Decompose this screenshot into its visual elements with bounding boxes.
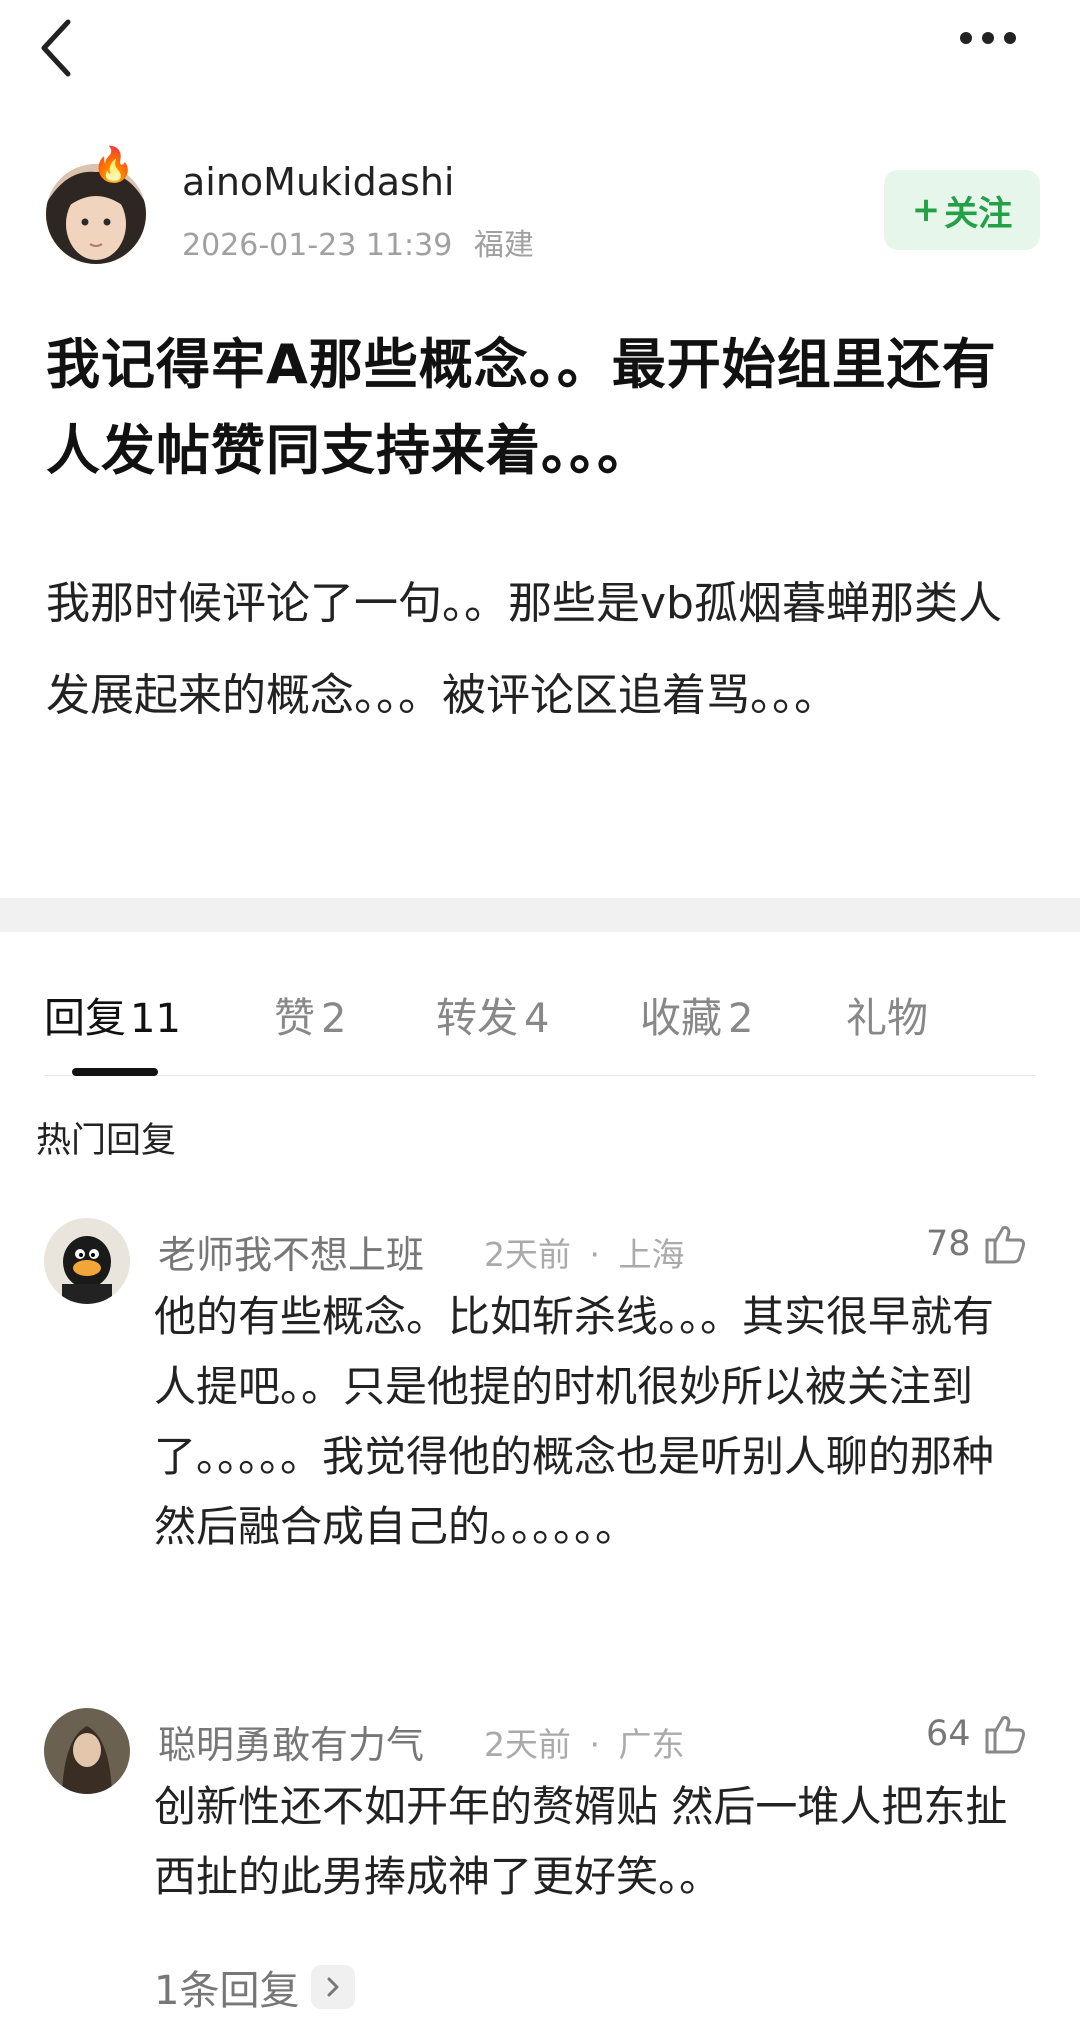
section-divider bbox=[0, 898, 1080, 932]
comment-like-button[interactable]: 78 bbox=[926, 1220, 1029, 1268]
reply-count-label: 1条回复 bbox=[154, 1968, 300, 2014]
follow-button[interactable]: + 关注 bbox=[884, 170, 1040, 250]
tab-likes[interactable]: 赞2 bbox=[274, 984, 346, 1044]
tab-count: 2 bbox=[321, 996, 347, 1042]
tab-label: 回复 bbox=[44, 994, 126, 1042]
back-button[interactable] bbox=[28, 10, 88, 80]
follow-label: 关注 bbox=[944, 193, 1013, 234]
more-dots-icon bbox=[960, 32, 1016, 44]
comment-location: 上海 bbox=[618, 1235, 685, 1274]
tab-label: 赞 bbox=[274, 994, 315, 1042]
tab-label: 礼物 bbox=[846, 994, 928, 1042]
comment-time: 2天前 bbox=[484, 1725, 571, 1764]
author-name[interactable]: ainoMukidashi bbox=[182, 160, 454, 204]
active-tab-indicator bbox=[72, 1068, 158, 1076]
tab-label: 转发 bbox=[436, 994, 518, 1042]
back-arrow-icon bbox=[41, 19, 71, 77]
comment-text: 他的有些概念。比如斩杀线。。。其实很早就有人提吧。。只是他提的时机很妙所以被关注… bbox=[154, 1292, 995, 1551]
meta-dot: · bbox=[589, 1235, 601, 1274]
post-timestamp: 2026-01-23 11:39 bbox=[182, 228, 453, 263]
view-replies-link[interactable]: 1条回复 bbox=[154, 1958, 356, 2016]
comment-author-name[interactable]: 老师我不想上班 bbox=[158, 1224, 424, 1279]
thumb-up-icon bbox=[985, 1226, 1025, 1264]
tab-replies[interactable]: 回复 11 bbox=[44, 984, 181, 1044]
meta-dot: · bbox=[589, 1725, 601, 1764]
tab-count: 11 bbox=[130, 996, 181, 1042]
comment-meta: 2天前 · 广东 bbox=[484, 1718, 685, 1766]
comment-author-name[interactable]: 聪明勇敢有力气 bbox=[158, 1714, 424, 1769]
like-count: 64 bbox=[926, 1714, 971, 1754]
post-title: 我记得牢A那些概念。。最开始组里还有人发帖赞同支持来着。。。 bbox=[46, 333, 997, 482]
tab-favorites[interactable]: 收藏 2 bbox=[640, 984, 753, 1044]
like-count: 78 bbox=[926, 1224, 971, 1264]
chevron-right-icon bbox=[311, 1965, 356, 2009]
post-body: 我那时候评论了一句。。那些是vb孤烟暮蝉那类人发展起来的概念。。。被评论区追着骂… bbox=[46, 578, 1002, 721]
avatar-image bbox=[44, 1708, 130, 1794]
tab-label: 收藏 bbox=[640, 994, 722, 1042]
hot-replies-heading: 热门回复 bbox=[36, 1121, 177, 1161]
comment-text: 创新性还不如开年的赘婿贴 然后一堆人把东扯西扯的此男捧成神了更好笑。。 bbox=[154, 1782, 1008, 1901]
tab-divider bbox=[44, 1075, 1036, 1076]
avatar-image bbox=[44, 1218, 130, 1304]
comment-time: 2天前 bbox=[484, 1235, 571, 1274]
comment-location: 广东 bbox=[618, 1725, 685, 1764]
fire-icon: 🔥 bbox=[92, 145, 135, 185]
more-options-button[interactable] bbox=[948, 18, 1028, 58]
thumb-up-icon bbox=[985, 1716, 1025, 1754]
tab-count: 2 bbox=[728, 996, 754, 1042]
tab-reposts[interactable]: 转发 4 bbox=[436, 984, 549, 1044]
post-location: 福建 bbox=[473, 228, 534, 263]
plus-icon: + bbox=[911, 190, 941, 230]
comment-avatar[interactable] bbox=[44, 1708, 130, 1794]
tab-count: 4 bbox=[524, 996, 550, 1042]
comment-avatar[interactable] bbox=[44, 1218, 130, 1304]
comment-meta: 2天前 · 上海 bbox=[484, 1228, 685, 1276]
tab-gifts[interactable]: 礼物 bbox=[846, 984, 928, 1044]
post-meta: 2026-01-23 11:39 福建 bbox=[182, 220, 534, 264]
comment-like-button[interactable]: 64 bbox=[926, 1710, 1029, 1758]
